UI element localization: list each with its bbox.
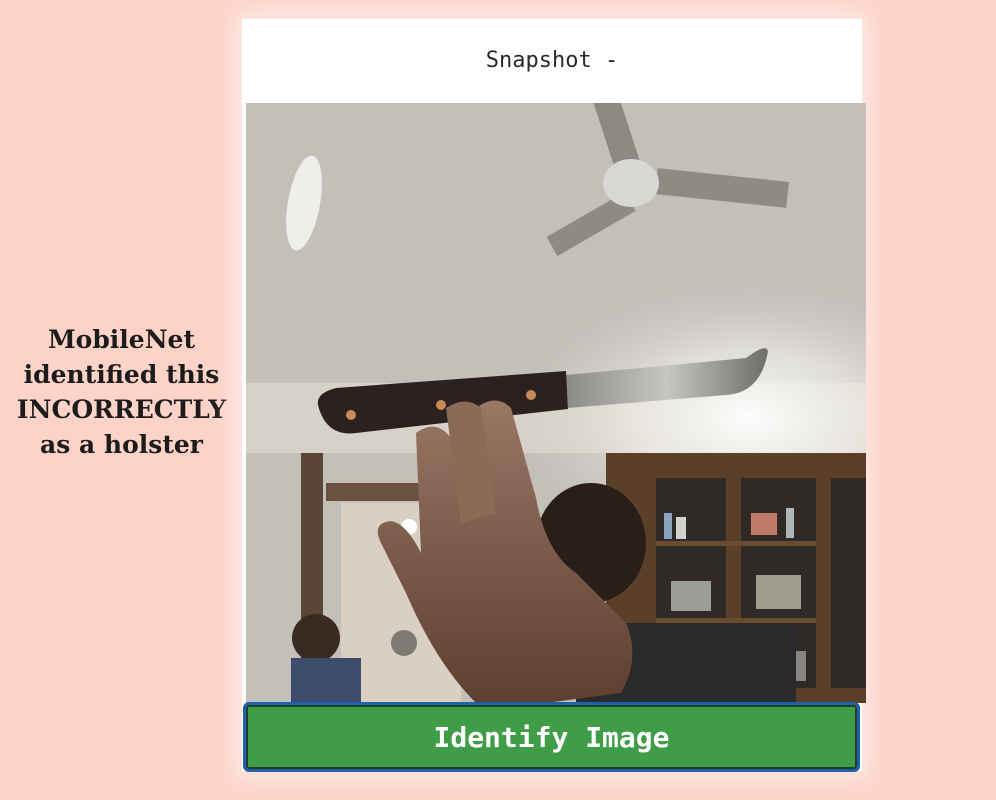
result-line-2: identified this <box>23 360 220 389</box>
result-line-1: MobileNet <box>47 325 196 354</box>
snapshot-title: Snapshot - <box>485 47 619 73</box>
result-line-4: as a holster <box>40 430 203 459</box>
classification-result: MobileNet identified this INCORRECTLY as… <box>0 322 243 462</box>
identify-image-button[interactable]: Identify Image <box>243 702 860 772</box>
snapshot-photo <box>246 103 866 703</box>
webcam-snapshot-image <box>246 103 866 703</box>
result-line-3: INCORRECTLY <box>16 395 227 424</box>
